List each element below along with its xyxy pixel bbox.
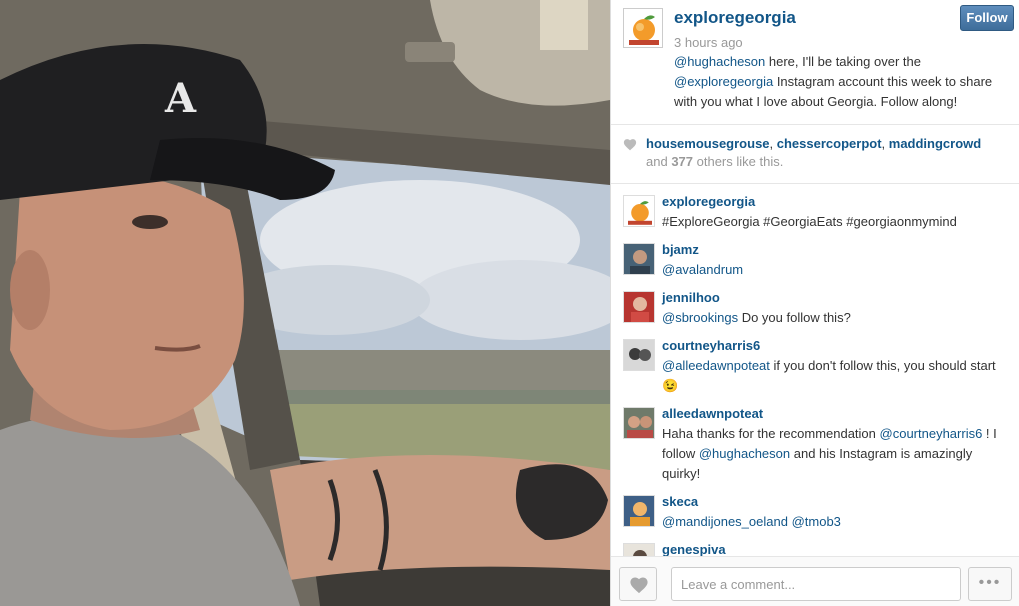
georgia-logo-icon [624, 9, 662, 47]
avatar[interactable] [623, 243, 655, 275]
comment-input[interactable] [671, 567, 961, 601]
avatar[interactable] [623, 8, 663, 48]
comment-text: @sbrookings Do you follow this? [662, 308, 1002, 328]
avatar[interactable] [623, 291, 655, 323]
comment-text: @mandijones_oeland @tmob3 [662, 512, 1002, 532]
list-item: alleedawnpoteat Haha thanks for the reco… [611, 397, 1019, 485]
comment-footer: ••• [611, 556, 1019, 606]
follow-button[interactable]: Follow [960, 5, 1014, 31]
post-caption: @hughacheson here, I'll be taking over t… [674, 52, 1009, 112]
comment-mention[interactable]: @tmob3 [792, 514, 841, 529]
comment-text-part: Do you follow this? [738, 310, 851, 325]
list-item: exploregeorgia #ExploreGeorgia #GeorgiaE… [611, 185, 1019, 233]
comment-text: #ExploreGeorgia #GeorgiaEats #georgiaonm… [662, 212, 1002, 232]
comment-text: Haha thanks for the recommendation @cour… [662, 424, 1002, 484]
comment-text: @alleedawnpoteat if you don't follow thi… [662, 356, 1002, 396]
heart-icon [630, 577, 648, 594]
comment-mention[interactable]: @alleedawnpoteat [662, 358, 770, 373]
comment-mention[interactable]: @mandijones_oeland [662, 514, 788, 529]
likers-list: housemousegrouse, chessercoperpot, maddi… [646, 136, 981, 151]
avatar[interactable] [623, 543, 655, 556]
post-photo[interactable]: A [0, 0, 610, 606]
post-header: exploregeorgia 3 hours ago Follow @hugha… [611, 0, 1019, 125]
likes-prefix: and [646, 154, 672, 169]
user-photo-icon [624, 244, 654, 274]
liker-link[interactable]: chessercoperpot [777, 136, 882, 151]
comment-text: @avalandrum [662, 260, 1002, 280]
comment-username[interactable]: bjamz [662, 242, 699, 257]
user-photo-icon [624, 496, 654, 526]
likes-count[interactable]: and 377 others like this. [646, 154, 783, 169]
comment-username[interactable]: jennilhoo [662, 290, 720, 305]
list-item: skeca @mandijones_oeland @tmob3 [611, 485, 1019, 533]
comment-text-part: #ExploreGeorgia #GeorgiaEats #georgiaonm… [662, 214, 957, 229]
post-username[interactable]: exploregeorgia [674, 8, 796, 28]
comments-list[interactable]: exploregeorgia #ExploreGeorgia #GeorgiaE… [611, 185, 1019, 556]
avatar[interactable] [623, 407, 655, 439]
more-options-button[interactable]: ••• [968, 567, 1012, 601]
caption-mention[interactable]: @exploregeorgia [674, 74, 773, 89]
user-photo-icon [624, 544, 654, 556]
ellipsis-icon: ••• [978, 574, 1002, 591]
list-item: bjamz @avalandrum [611, 233, 1019, 281]
comment-username[interactable]: skeca [662, 494, 698, 509]
comment-mention[interactable]: @hughacheson [699, 446, 790, 461]
caption-mention[interactable]: @hughacheson [674, 54, 765, 69]
comment-username[interactable]: courtneyharris6 [662, 338, 760, 353]
avatar[interactable] [623, 495, 655, 527]
list-item: courtneyharris6 @alleedawnpoteat if you … [611, 329, 1019, 397]
comment-username[interactable]: alleedawnpoteat [662, 406, 763, 421]
comment-mention[interactable]: @avalandrum [662, 262, 743, 277]
liker-link[interactable]: housemousegrouse [646, 136, 770, 151]
likes-suffix: others like this. [693, 154, 784, 169]
list-item: jennilhoo @sbrookings Do you follow this… [611, 281, 1019, 329]
liker-separator: , [769, 136, 777, 151]
svg-text:A: A [164, 75, 197, 122]
likes-number: 377 [671, 154, 694, 169]
comment-username[interactable]: genespiva [662, 542, 726, 556]
avatar[interactable] [623, 339, 655, 371]
comment-text-part: Haha thanks for the recommendation [662, 426, 880, 441]
post-timestamp: 3 hours ago [674, 35, 743, 50]
liker-link[interactable]: maddingcrowd [889, 136, 981, 151]
user-photo-icon [624, 292, 654, 322]
liker-separator: , [881, 136, 889, 151]
like-button[interactable] [619, 567, 657, 601]
avatar[interactable] [623, 195, 655, 227]
georgia-logo-icon [624, 196, 654, 226]
comment-mention[interactable]: @courtneyharris6 [880, 426, 983, 441]
heart-icon [623, 139, 637, 151]
likes-section: housemousegrouse, chessercoperpot, maddi… [611, 126, 1019, 184]
comment-mention[interactable]: @sbrookings [662, 310, 738, 325]
user-photo-icon [624, 408, 654, 438]
caption-text: here, I'll be taking over the [765, 54, 921, 69]
user-photo-icon [624, 340, 654, 370]
post-sidebar: exploregeorgia 3 hours ago Follow @hugha… [610, 0, 1019, 606]
list-item: genespiva [611, 533, 1019, 556]
comment-username[interactable]: exploregeorgia [662, 194, 755, 209]
photo-illustration: A [0, 0, 610, 606]
